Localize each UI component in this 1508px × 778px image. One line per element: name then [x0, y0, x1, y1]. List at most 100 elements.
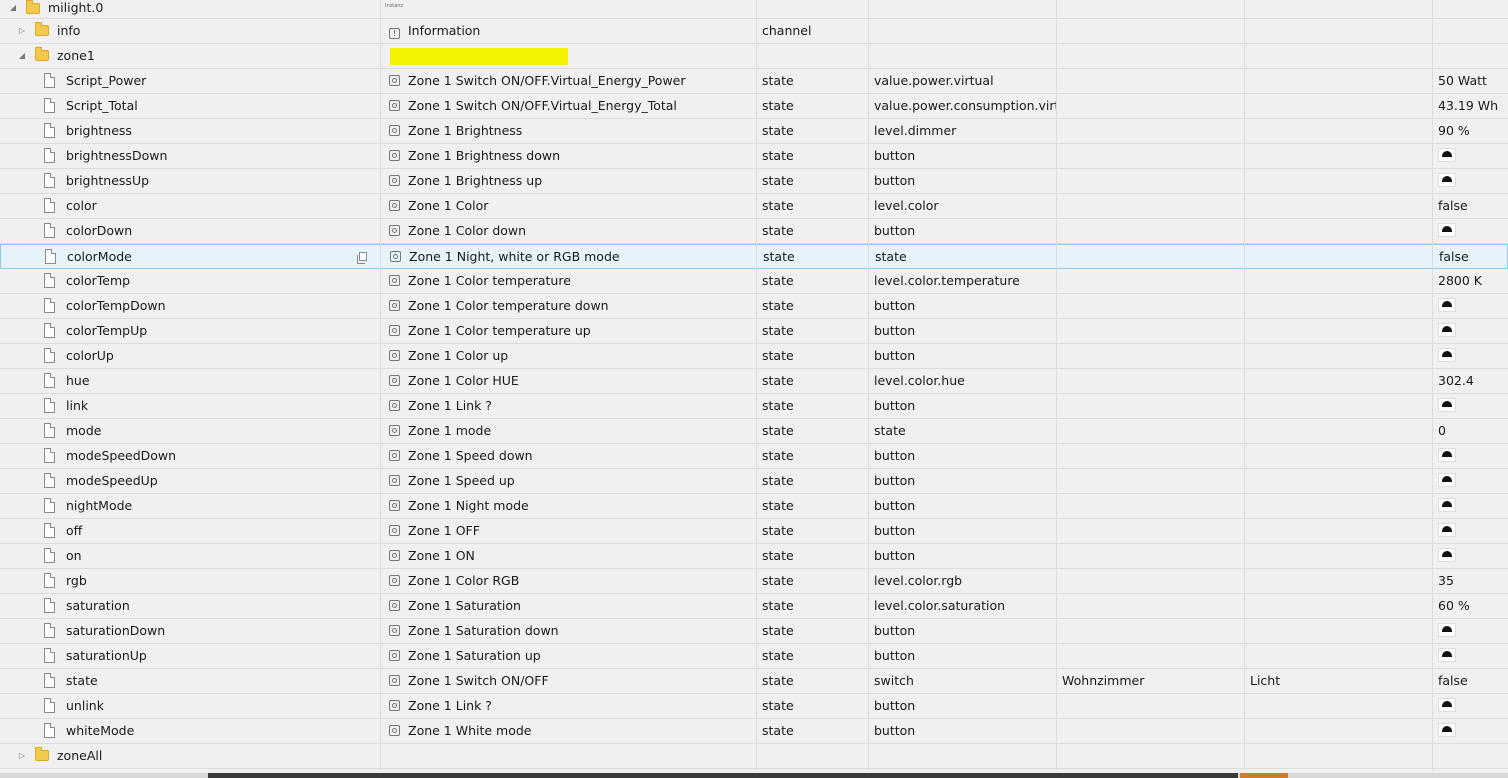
tree-row-state[interactable]: brightnessUp Zone 1 Brightness up state but… [0, 169, 1508, 194]
tree-row-function[interactable] [1245, 169, 1432, 193]
tree-row-value[interactable]: false [1433, 669, 1508, 693]
tree-row-function[interactable] [1245, 494, 1432, 518]
tree-row-state[interactable]: hue Zone 1 Color HUE state level.color.hue 3… [0, 369, 1508, 394]
tree-row-state[interactable]: Script_Total Zone 1 Switch ON/OFF.Virtual… [0, 94, 1508, 119]
tree-row-room[interactable] [1057, 694, 1244, 718]
tree-row-room[interactable] [1057, 69, 1244, 93]
tree-row-state[interactable]: unlink Zone 1 Link ? state button [0, 694, 1508, 719]
tree-row-state[interactable]: modeSpeedDown Zone 1 Speed down state butto… [0, 444, 1508, 469]
tree-row-zone1[interactable]: ◢ zone1 [0, 44, 1508, 69]
push-button-icon[interactable] [1438, 548, 1456, 562]
tree-row-room[interactable] [1057, 494, 1244, 518]
tree-row-function[interactable] [1245, 69, 1432, 93]
tree-row-function[interactable] [1245, 144, 1432, 168]
expand-toggle-icon[interactable]: ◢ [8, 0, 18, 16]
tree-row-function[interactable] [1245, 219, 1432, 243]
tree-row-room[interactable] [1057, 344, 1244, 368]
tree-row-state[interactable]: link Zone 1 Link ? state button [0, 394, 1508, 419]
tree-row-function[interactable] [1245, 294, 1432, 318]
tree-row-function[interactable] [1245, 119, 1432, 143]
tree-row-room[interactable] [1057, 594, 1244, 618]
tree-row-state[interactable]: colorUp Zone 1 Color up state button [0, 344, 1508, 369]
tree-row-value[interactable] [1433, 294, 1508, 318]
tree-row-value[interactable] [1433, 544, 1508, 568]
tree-row-value[interactable] [1433, 444, 1508, 468]
tree-row-value[interactable] [1433, 394, 1508, 418]
tree-row-info[interactable]: ▷ info ! Information channel [0, 19, 1508, 44]
tree-row-root[interactable]: ◢ milight.0 Instanz [0, 0, 1508, 19]
tree-row-function[interactable] [1245, 369, 1432, 393]
tree-row-value[interactable]: 302.4 [1433, 369, 1508, 393]
tree-row-room[interactable] [1057, 144, 1244, 168]
push-button-icon[interactable] [1438, 623, 1456, 637]
tree-row-value[interactable] [1433, 319, 1508, 343]
push-button-icon[interactable] [1438, 523, 1456, 537]
tree-row-value[interactable] [1433, 344, 1508, 368]
tree-row-room[interactable] [1057, 369, 1244, 393]
tree-row-function[interactable] [1245, 644, 1432, 668]
push-button-icon[interactable] [1438, 448, 1456, 462]
push-button-icon[interactable] [1438, 473, 1456, 487]
push-button-icon[interactable] [1438, 398, 1456, 412]
tree-row-value[interactable] [1433, 169, 1508, 193]
push-button-icon[interactable] [1438, 348, 1456, 362]
tree-row-room[interactable] [1057, 119, 1244, 143]
tree-row-value[interactable] [1433, 694, 1508, 718]
tree-row-value[interactable]: false [1433, 194, 1508, 218]
tree-row-value[interactable] [1433, 494, 1508, 518]
tree-row-value[interactable] [1433, 469, 1508, 493]
tree-row-state[interactable]: saturationDown Zone 1 Saturation down stat… [0, 619, 1508, 644]
tree-row-value[interactable]: 35 [1433, 569, 1508, 593]
push-button-icon[interactable] [1438, 498, 1456, 512]
tree-row-value[interactable] [1433, 519, 1508, 543]
tree-row-function[interactable] [1245, 419, 1432, 443]
tree-row-value[interactable] [1433, 144, 1508, 168]
tree-row-function[interactable] [1245, 319, 1432, 343]
tree-row-zoneAll[interactable]: ▷ zoneAll [0, 744, 1508, 769]
tree-row-room[interactable] [1057, 269, 1244, 293]
tree-row-state[interactable]: saturation Zone 1 Saturation state level.co… [0, 594, 1508, 619]
push-button-icon[interactable] [1438, 148, 1456, 162]
tree-row-state[interactable]: colorTempDown Zone 1 Color temperature do… [0, 294, 1508, 319]
tree-row-room[interactable] [1057, 319, 1244, 343]
tree-row-function[interactable] [1245, 394, 1432, 418]
push-button-icon[interactable] [1438, 173, 1456, 187]
tree-row-function[interactable] [1245, 344, 1432, 368]
tree-row-room[interactable] [1057, 444, 1244, 468]
tree-row-value[interactable]: 60 % [1433, 594, 1508, 618]
tree-row-room[interactable] [1057, 469, 1244, 493]
tree-row-function[interactable] [1245, 544, 1432, 568]
tree-row-room[interactable]: Wohnzimmer [1057, 669, 1244, 693]
tree-row-state[interactable]: colorTemp Zone 1 Color temperature state le… [0, 269, 1508, 294]
push-button-icon[interactable] [1438, 698, 1456, 712]
tree-row-function[interactable] [1245, 569, 1432, 593]
tree-row-room[interactable] [1057, 519, 1244, 543]
collapse-toggle-icon[interactable]: ◢ [17, 44, 27, 68]
tree-row-function[interactable] [1245, 619, 1432, 643]
tree-row-room[interactable] [1057, 619, 1244, 643]
tree-row-function[interactable] [1245, 469, 1432, 493]
push-button-icon[interactable] [1438, 223, 1456, 237]
push-button-icon[interactable] [1438, 323, 1456, 337]
expand-toggle-icon[interactable]: ▷ [17, 19, 27, 43]
tree-row-room[interactable] [1057, 169, 1244, 193]
tree-row-state[interactable]: colorTempUp Zone 1 Color temperature up st… [0, 319, 1508, 344]
tree-row-state[interactable]: colorMode Zone 1 Night, white or RGB mode… [0, 244, 1508, 269]
tree-row-room[interactable] [1057, 294, 1244, 318]
tree-row-state[interactable]: Script_Power Zone 1 Switch ON/OFF.Virtual… [0, 69, 1508, 94]
tree-row-value[interactable] [1433, 219, 1508, 243]
tree-row-state[interactable]: whiteMode Zone 1 White mode state button [0, 719, 1508, 744]
tree-row-room[interactable] [1057, 719, 1244, 743]
tree-row-room[interactable] [1058, 245, 1245, 269]
tree-row-function[interactable] [1245, 444, 1432, 468]
tree-row-room[interactable] [1057, 394, 1244, 418]
tree-row-state[interactable]: mode Zone 1 mode state state 0 [0, 419, 1508, 444]
tree-row-state[interactable]: color Zone 1 Color state level.color false [0, 194, 1508, 219]
tree-row-state[interactable]: brightness Zone 1 Brightness state level.di… [0, 119, 1508, 144]
tree-row-state[interactable]: nightMode Zone 1 Night mode state button [0, 494, 1508, 519]
tree-row-function[interactable] [1246, 245, 1433, 269]
tree-row-state[interactable]: state Zone 1 Switch ON/OFF state switch Wohn… [0, 669, 1508, 694]
horizontal-scrollbar-thumb[interactable] [208, 773, 1238, 778]
tree-row-value[interactable] [1433, 619, 1508, 643]
tree-row-state[interactable]: colorDown Zone 1 Color down state button [0, 219, 1508, 244]
